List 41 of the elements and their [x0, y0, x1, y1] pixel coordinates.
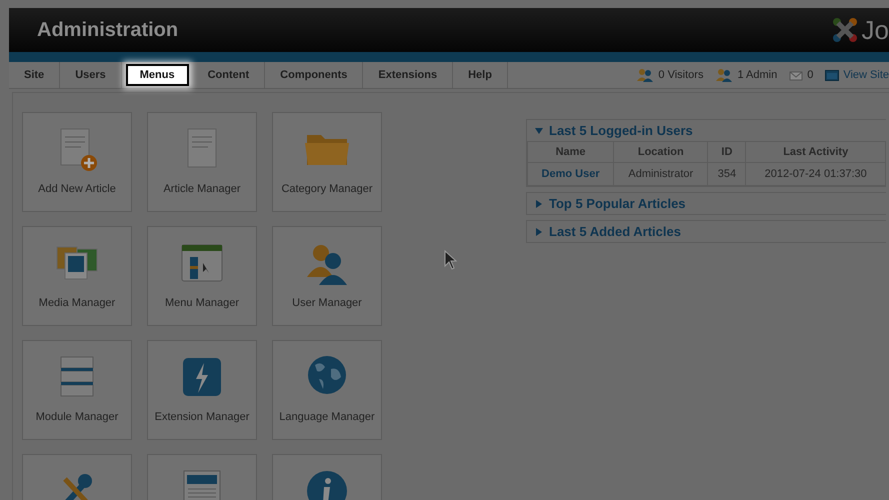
- quick-icon-tile[interactable]: Add New Article: [22, 112, 132, 212]
- panel-header[interactable]: Top 5 Popular Articles: [527, 193, 886, 214]
- quick-icon-tile[interactable]: Menu Manager: [147, 226, 257, 326]
- status-text: 1 Admin: [737, 69, 778, 81]
- panel-header[interactable]: Last 5 Logged-in Users: [527, 120, 886, 141]
- mouse-pointer-icon: [444, 250, 457, 270]
- monitor-icon: [825, 70, 840, 80]
- quick-icon-tile[interactable]: Article Manager: [147, 112, 257, 212]
- column-header: Name: [528, 142, 614, 162]
- status-text: 0: [807, 69, 814, 81]
- quick-icon-tile[interactable]: Media Manager: [22, 226, 132, 326]
- caret-icon: [535, 200, 543, 208]
- menu-tab[interactable]: Users: [60, 62, 122, 88]
- table-cell: Administrator: [614, 162, 708, 186]
- table-cell: 2012-07-24 01:37:30: [746, 162, 886, 186]
- table-cell: 354: [708, 162, 746, 186]
- column-header: ID: [708, 142, 746, 162]
- column-header: Last Activity: [746, 142, 886, 162]
- menu-tab[interactable]: Extensions: [363, 62, 454, 88]
- logo-text: Jo: [862, 14, 889, 46]
- quick-icon-tile[interactable]: Category Manager: [272, 112, 382, 212]
- caret-icon: [535, 126, 543, 134]
- menu-tab[interactable]: Components: [265, 62, 364, 88]
- quick-icon-tile[interactable]: User Manager: [272, 226, 382, 326]
- quick-icon-tile[interactable]: Extension Manager: [147, 340, 257, 440]
- menu-tab[interactable]: Site: [9, 62, 60, 88]
- quick-icon-tile[interactable]: Language Manager: [272, 340, 382, 440]
- menu-tab[interactable]: Menus: [126, 64, 189, 86]
- view-site-link[interactable]: View Site: [843, 69, 889, 81]
- status-text: 0 Visitors: [658, 69, 704, 81]
- menu-tab[interactable]: Content: [192, 62, 266, 88]
- caret-icon: [535, 228, 543, 236]
- quick-icon-tile[interactable]: Module Manager: [22, 340, 132, 440]
- menu-tab[interactable]: Help: [453, 62, 508, 88]
- mail-icon: [789, 69, 804, 81]
- users-icon: [715, 68, 734, 82]
- page-title: Administration: [37, 18, 178, 42]
- user-link[interactable]: Demo User: [528, 162, 614, 186]
- panel-header[interactable]: Last 5 Added Articles: [527, 221, 886, 242]
- visitors-icon: [636, 68, 654, 82]
- column-header: Location: [614, 142, 708, 162]
